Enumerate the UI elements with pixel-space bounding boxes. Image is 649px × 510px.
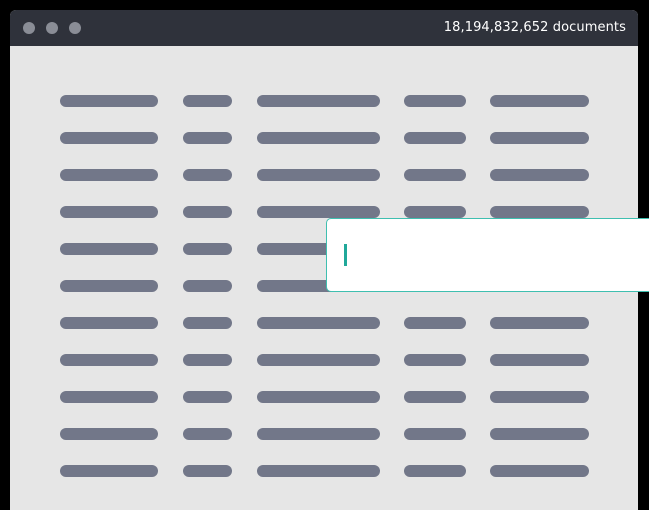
- table-cell-placeholder: [257, 391, 380, 403]
- table-row: [10, 206, 638, 218]
- table-cell-placeholder: [404, 465, 466, 477]
- table-cell-placeholder: [257, 428, 380, 440]
- table-cell-placeholder: [60, 132, 158, 144]
- table-cell-placeholder: [490, 169, 589, 181]
- table-cell-placeholder: [183, 428, 232, 440]
- table-cell-placeholder: [257, 95, 380, 107]
- table-cell-placeholder: [60, 465, 158, 477]
- table-row: [10, 428, 638, 440]
- table-cell-placeholder: [60, 169, 158, 181]
- table-cell-placeholder: [60, 280, 158, 292]
- table-cell-placeholder: [183, 206, 232, 218]
- table-cell-placeholder: [490, 428, 589, 440]
- table-cell-placeholder: [183, 169, 232, 181]
- table-cell-placeholder: [404, 95, 466, 107]
- table-row: [10, 169, 638, 181]
- table-cell-placeholder: [490, 206, 589, 218]
- table-cell-placeholder: [404, 391, 466, 403]
- table-cell-placeholder: [404, 206, 466, 218]
- table-cell-placeholder: [490, 391, 589, 403]
- title-bar: 18,194,832,652 documents: [10, 10, 638, 46]
- table-cell-placeholder: [257, 317, 380, 329]
- table-row: [10, 95, 638, 107]
- table-cell-placeholder: [257, 206, 380, 218]
- table-cell-placeholder: [404, 132, 466, 144]
- table-row: [10, 465, 638, 477]
- table-cell-placeholder: [490, 354, 589, 366]
- table-cell-placeholder: [183, 280, 232, 292]
- table-cell-placeholder: [490, 317, 589, 329]
- table-cell-placeholder: [60, 95, 158, 107]
- table-cell-placeholder: [60, 391, 158, 403]
- table-cell-placeholder: [490, 132, 589, 144]
- table-cell-placeholder: [183, 243, 232, 255]
- table-cell-placeholder: [183, 95, 232, 107]
- table-cell-placeholder: [490, 95, 589, 107]
- table-cell-placeholder: [183, 132, 232, 144]
- table-cell-placeholder: [404, 169, 466, 181]
- text-caret: [344, 244, 347, 266]
- search-input[interactable]: [327, 219, 649, 291]
- table-cell-placeholder: [183, 391, 232, 403]
- table-cell-placeholder: [404, 317, 466, 329]
- table-cell-placeholder: [257, 465, 380, 477]
- window-minimize-dot-icon[interactable]: [46, 22, 58, 34]
- table-cell-placeholder: [404, 428, 466, 440]
- table-cell-placeholder: [60, 317, 158, 329]
- table-row: [10, 317, 638, 329]
- table-cell-placeholder: [404, 354, 466, 366]
- table-cell-placeholder: [183, 465, 232, 477]
- document-count: 18,194,832,652 documents: [443, 20, 626, 35]
- window-close-dot-icon[interactable]: [23, 22, 35, 34]
- table-cell-placeholder: [257, 169, 380, 181]
- table-cell-placeholder: [60, 354, 158, 366]
- table-row: [10, 132, 638, 144]
- table-cell-placeholder: [60, 206, 158, 218]
- table-row: [10, 391, 638, 403]
- table-cell-placeholder: [183, 354, 232, 366]
- search-box[interactable]: [326, 218, 649, 292]
- table-cell-placeholder: [257, 354, 380, 366]
- table-cell-placeholder: [490, 465, 589, 477]
- table-cell-placeholder: [60, 428, 158, 440]
- table-cell-placeholder: [257, 132, 380, 144]
- table-cell-placeholder: [183, 317, 232, 329]
- table-cell-placeholder: [60, 243, 158, 255]
- table-row: [10, 354, 638, 366]
- window-zoom-dot-icon[interactable]: [69, 22, 81, 34]
